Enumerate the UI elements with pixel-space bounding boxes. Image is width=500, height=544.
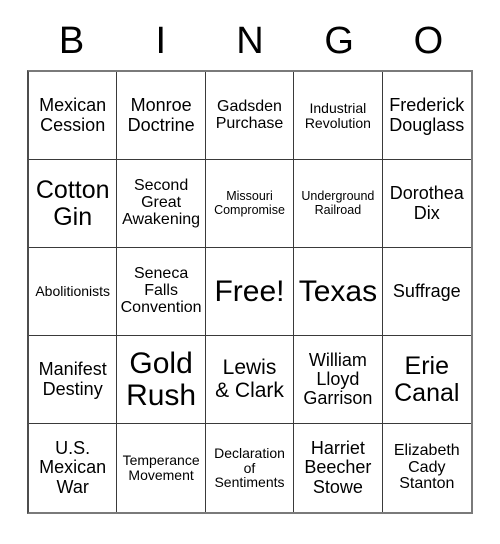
bingo-header: B I N G O xyxy=(27,12,473,70)
bingo-cell[interactable]: Mexican Cession xyxy=(29,72,118,160)
bingo-cell-label: Cotton Gin xyxy=(35,176,110,231)
header-letter-n: N xyxy=(236,20,264,62)
bingo-cell-label: Harriet Beecher Stowe xyxy=(304,438,372,497)
bingo-cell-label: Temperance Movement xyxy=(122,452,200,483)
bingo-cell[interactable]: Frederick Douglass xyxy=(382,72,471,160)
bingo-cell-free[interactable]: Free! xyxy=(205,248,295,336)
bingo-cell-label: Declaration of Sentiments xyxy=(214,444,285,491)
header-letter-b: B xyxy=(58,20,85,62)
bingo-cell-label: Abolitionists xyxy=(35,283,111,300)
bingo-cell[interactable]: Lewis & Clark xyxy=(205,336,295,424)
bingo-cell-label: Texas xyxy=(298,274,378,308)
bingo-cell[interactable]: Texas xyxy=(294,248,383,336)
bingo-cell[interactable]: Missouri Compromise xyxy=(205,160,295,248)
bingo-cell-label: Free! xyxy=(214,274,285,308)
header-letter-o: O xyxy=(413,20,444,62)
bingo-cell-label: Industrial Revolution xyxy=(304,99,371,131)
bingo-cell[interactable]: Harriet Beecher Stowe xyxy=(294,424,383,512)
bingo-cell-label: Manifest Destiny xyxy=(38,359,107,399)
bingo-cell-label: Gold Rush xyxy=(126,346,197,412)
bingo-cell-label: U.S. Mexican War xyxy=(39,438,107,497)
bingo-cell[interactable]: U.S. Mexican War xyxy=(29,424,118,512)
bingo-cell-label: Frederick Douglass xyxy=(389,95,465,135)
bingo-cell-label: Erie Canal xyxy=(394,352,460,407)
bingo-cell-label: Second Great Awakening xyxy=(122,177,201,228)
bingo-cell[interactable]: Erie Canal xyxy=(382,336,471,424)
bingo-card: B I N G O Mexican Cession Monroe Doctrin… xyxy=(27,12,473,514)
bingo-cell[interactable]: Declaration of Sentiments xyxy=(205,424,295,512)
bingo-cell-label: Missouri Compromise xyxy=(214,189,285,217)
bingo-cell-label: Elizabeth Cady Stanton xyxy=(393,441,460,493)
bingo-cell-label: Monroe Doctrine xyxy=(127,95,195,135)
bingo-cell[interactable]: William Lloyd Garrison xyxy=(294,336,383,424)
bingo-cell[interactable]: Monroe Doctrine xyxy=(117,72,206,160)
bingo-cell[interactable]: Temperance Movement xyxy=(117,424,206,512)
bingo-cell-label: Seneca Falls Convention xyxy=(120,265,202,316)
bingo-cell-label: Underground Railroad xyxy=(301,189,375,217)
bingo-grid: Mexican Cession Monroe Doctrine Gadsden … xyxy=(27,70,473,514)
bingo-cell[interactable]: Elizabeth Cady Stanton xyxy=(382,424,471,512)
bingo-cell[interactable]: Cotton Gin xyxy=(29,160,118,248)
bingo-cell[interactable]: Underground Railroad xyxy=(294,160,383,248)
bingo-cell[interactable]: Seneca Falls Convention xyxy=(117,248,206,336)
bingo-cell-label: William Lloyd Garrison xyxy=(303,349,373,409)
bingo-cell[interactable]: Second Great Awakening xyxy=(117,160,206,248)
header-letter-g: G xyxy=(324,20,354,62)
header-letter-i: I xyxy=(155,20,167,62)
bingo-cell[interactable]: Suffrage xyxy=(382,248,471,336)
bingo-cell-label: Dorothea Dix xyxy=(389,183,464,223)
bingo-cell[interactable]: Industrial Revolution xyxy=(294,72,383,160)
bingo-cell-label: Mexican Cession xyxy=(39,95,107,135)
bingo-cell-label: Lewis & Clark xyxy=(215,356,284,402)
bingo-cell-label: Gadsden Purchase xyxy=(215,97,284,132)
bingo-cell[interactable]: Dorothea Dix xyxy=(382,160,471,248)
bingo-cell[interactable]: Gold Rush xyxy=(117,336,206,424)
bingo-cell-label: Suffrage xyxy=(392,280,461,301)
bingo-cell[interactable]: Abolitionists xyxy=(29,248,118,336)
bingo-cell[interactable]: Gadsden Purchase xyxy=(205,72,295,160)
bingo-cell[interactable]: Manifest Destiny xyxy=(29,336,118,424)
